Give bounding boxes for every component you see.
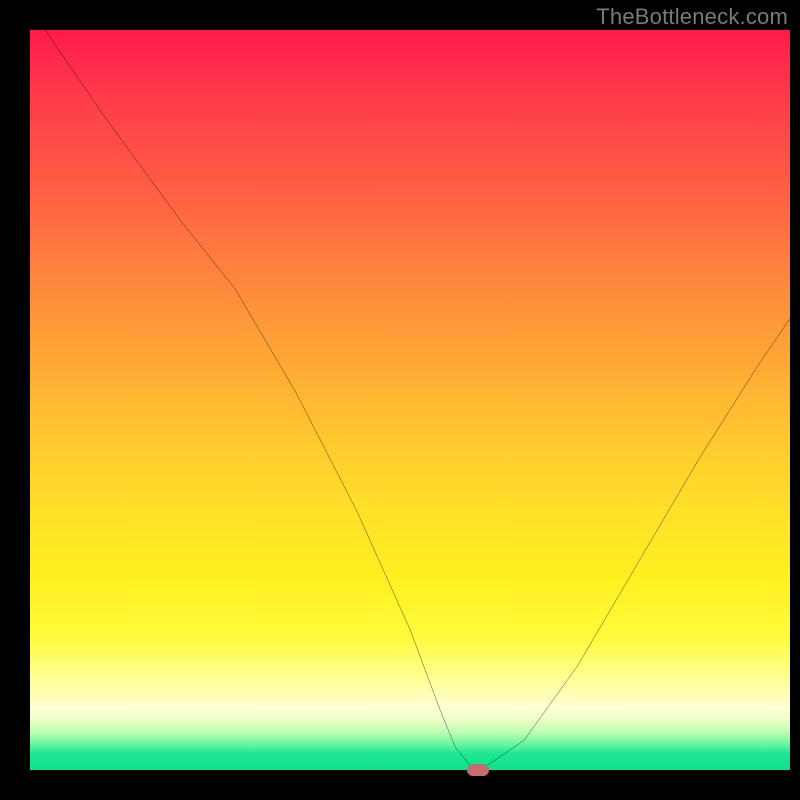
- curve-path: [45, 30, 790, 766]
- bottleneck-curve: [30, 30, 790, 770]
- watermark-text: TheBottleneck.com: [596, 4, 788, 30]
- plot-area: [30, 30, 790, 770]
- chart-frame: TheBottleneck.com: [0, 0, 800, 800]
- optimal-marker: [467, 764, 489, 776]
